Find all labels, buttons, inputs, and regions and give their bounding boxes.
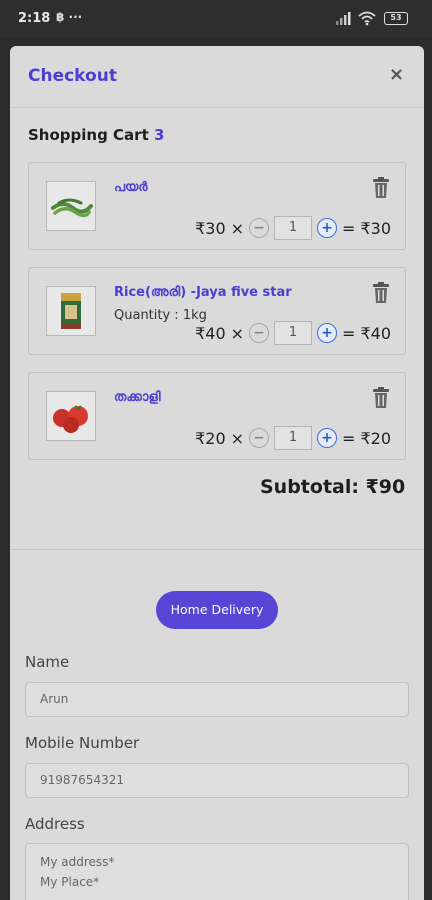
trash-icon[interactable] <box>372 282 390 304</box>
decrease-quantity-button[interactable]: − <box>249 218 270 238</box>
price-row: ₹20 × − 1 + = ₹20 <box>195 425 391 451</box>
name-field[interactable]: Arun <box>25 682 409 717</box>
rice-bag-image <box>61 293 81 329</box>
quantity-input[interactable]: 1 <box>274 216 313 240</box>
increase-quantity-button[interactable]: + <box>317 323 338 343</box>
status-time: 2:18 <box>18 11 51 26</box>
line-total: ₹20 <box>360 428 391 448</box>
status-bar: 2:18 ฿ ··· 53 <box>0 0 432 38</box>
product-name[interactable]: പയർ <box>114 180 148 195</box>
increase-quantity-button[interactable]: + <box>317 428 338 448</box>
line-total: ₹30 <box>360 218 391 238</box>
cart-item: Rice(അരി) -Jaya five star Quantity : 1kg… <box>28 267 406 355</box>
times-sign: × <box>230 428 245 448</box>
section-divider <box>10 549 424 550</box>
equals-sign: = <box>342 323 356 343</box>
unit-price: ₹20 <box>195 428 226 448</box>
unit-price: ₹40 <box>195 323 226 343</box>
address-field[interactable]: My address* My Place* <box>25 843 409 900</box>
price-row: ₹30 × − 1 + = ₹30 <box>195 215 391 241</box>
close-icon[interactable]: × <box>389 64 404 85</box>
decrease-quantity-button[interactable]: − <box>249 428 270 448</box>
unit-price: ₹30 <box>195 218 226 238</box>
quantity-input[interactable]: 1 <box>274 321 313 345</box>
product-image <box>46 286 96 336</box>
address-label: Address <box>25 815 85 833</box>
cart-heading: Shopping Cart 3 <box>28 126 164 144</box>
decrease-quantity-button[interactable]: − <box>249 323 270 343</box>
address-line-1: My address* <box>40 855 115 869</box>
battery-icon: 53 <box>384 12 408 25</box>
equals-sign: = <box>342 218 356 238</box>
product-image <box>46 181 96 231</box>
checkout-modal: Checkout × Shopping Cart 3 പയർ ₹30 × − 1… <box>10 46 424 900</box>
modal-header: Checkout × <box>10 46 424 108</box>
cart-item: തക്കാളി ₹20 × − 1 + = ₹20 <box>28 372 406 460</box>
trash-icon[interactable] <box>372 387 390 409</box>
subtotal: Subtotal: ₹90 <box>260 476 406 498</box>
times-sign: × <box>230 323 245 343</box>
product-image <box>46 391 96 441</box>
line-total: ₹40 <box>360 323 391 343</box>
cart-item: പയർ ₹30 × − 1 + = ₹30 <box>28 162 406 250</box>
tomato-image <box>53 405 88 433</box>
notification-icons: ฿ ··· <box>56 10 83 24</box>
quantity-text: Quantity : 1kg <box>114 308 207 323</box>
increase-quantity-button[interactable]: + <box>317 218 338 238</box>
wifi-icon <box>358 11 376 26</box>
equals-sign: = <box>342 428 356 448</box>
trash-icon[interactable] <box>372 177 390 199</box>
cart-heading-label: Shopping Cart <box>28 126 149 144</box>
mobile-label: Mobile Number <box>25 734 140 752</box>
quantity-input[interactable]: 1 <box>274 426 313 450</box>
mobile-field[interactable]: 91987654321 <box>25 763 409 798</box>
product-name[interactable]: Rice(അരി) -Jaya five star <box>114 285 292 300</box>
address-line-2: My Place* <box>40 875 100 889</box>
modal-title: Checkout <box>28 66 117 86</box>
cart-count: 3 <box>153 126 165 144</box>
beans-image <box>51 198 93 218</box>
product-name[interactable]: തക്കാളി <box>114 390 161 405</box>
times-sign: × <box>230 218 245 238</box>
home-delivery-button[interactable]: Home Delivery <box>156 591 278 629</box>
signal-icon <box>336 12 351 25</box>
name-label: Name <box>25 653 70 671</box>
price-row: ₹40 × − 1 + = ₹40 <box>195 320 391 346</box>
